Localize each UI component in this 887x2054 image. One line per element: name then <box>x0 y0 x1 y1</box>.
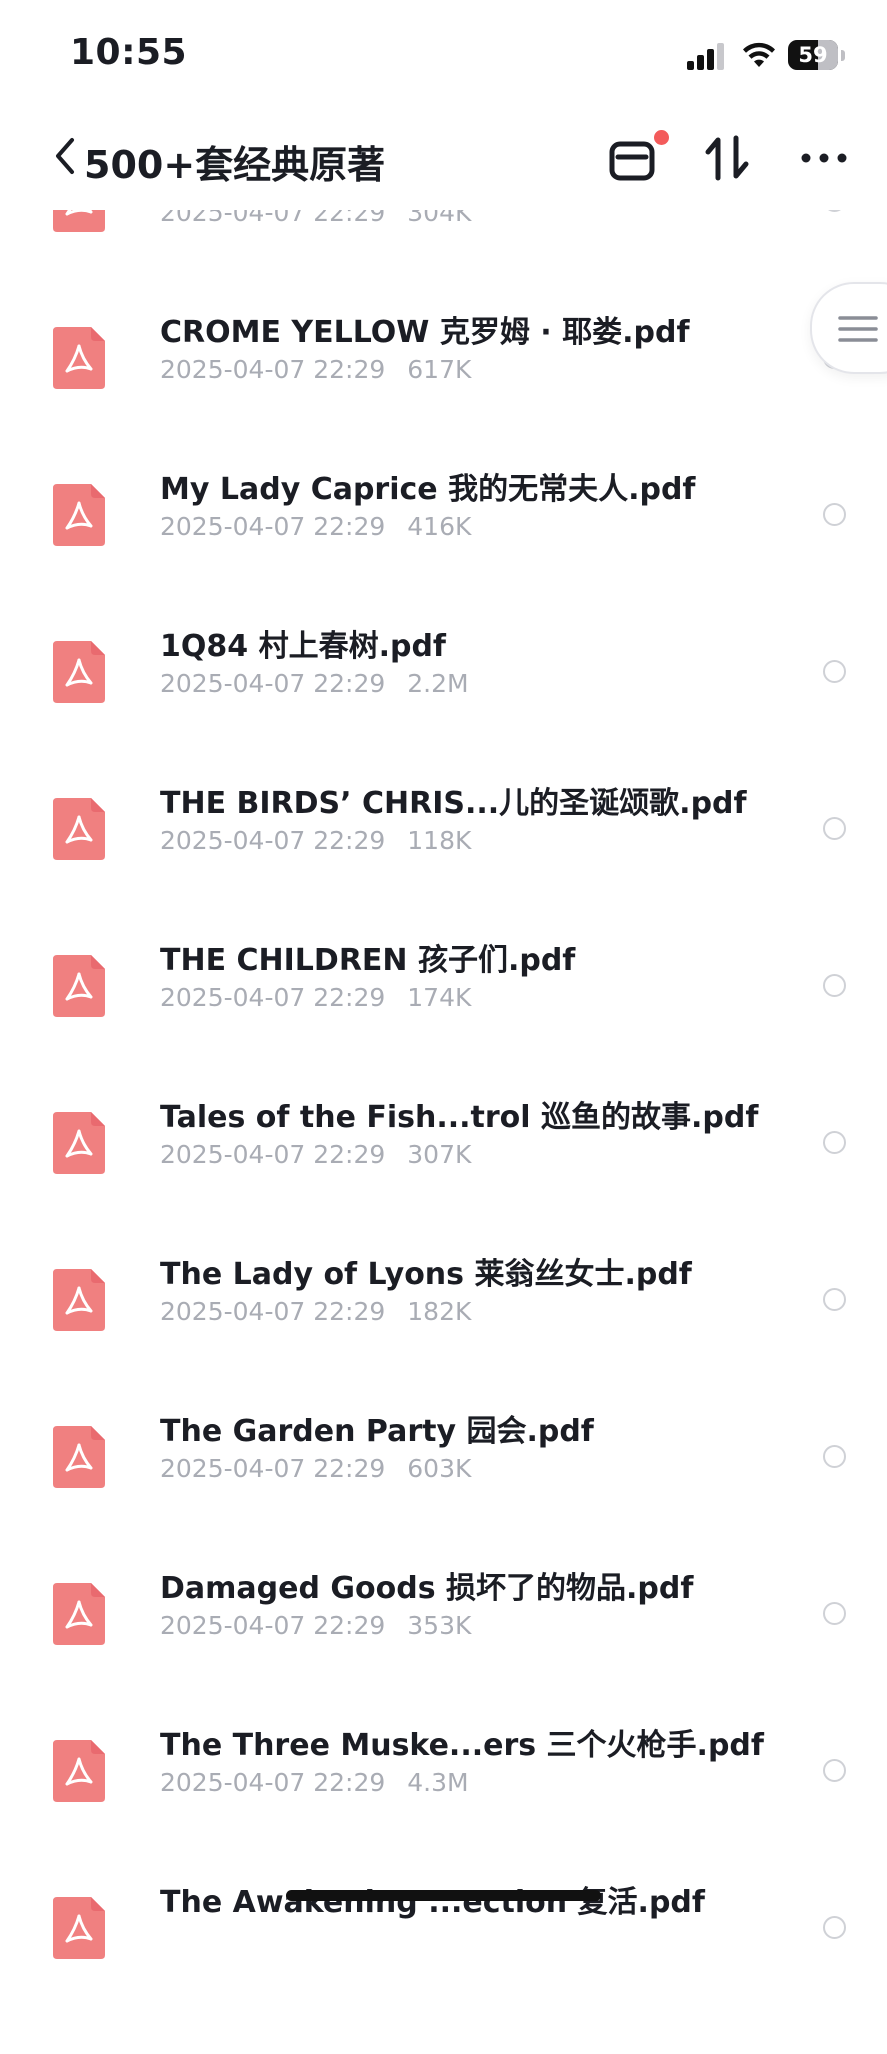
file-meta: 2025-04-07 22:29 174K <box>160 983 471 1012</box>
file-meta: 2025-04-07 22:29 617K <box>160 355 471 384</box>
file-size: 307K <box>407 1140 472 1169</box>
file-name: Tales of the Fish...trol 巡鱼的故事.pdf <box>160 1100 759 1135</box>
file-list-item[interactable]: THE CHILDREN 孩子们.pdf 2025-04-07 22:29 174K <box>0 943 887 1112</box>
file-size: 118K <box>407 826 472 855</box>
select-radio-button[interactable] <box>823 503 846 526</box>
page-title: 500+套经典原著 <box>84 143 386 187</box>
cellular-signal-icon <box>687 42 727 70</box>
file-list-item[interactable]: Tales of the Fish...trol 巡鱼的故事.pdf 2025-0… <box>0 1100 887 1269</box>
file-meta: 2025-04-07 22:29 307K <box>160 1140 471 1169</box>
pdf-file-icon <box>53 1740 105 1802</box>
select-radio-button[interactable] <box>823 1602 846 1625</box>
file-size: 4.3M <box>407 1768 469 1797</box>
file-size: 174K <box>407 983 472 1012</box>
file-date: 2025-04-07 22:29 <box>160 1454 386 1483</box>
transfer-tray-icon[interactable] <box>604 130 660 186</box>
file-list-item[interactable]: The Three Muske...ers 三个火枪手.pdf 2025-04-0… <box>0 1728 887 1897</box>
file-list-item[interactable]: THE BIRDS’ CHRIS...儿的圣诞颂歌.pdf 2025-04-07 … <box>0 786 887 955</box>
file-meta: 2025-04-07 22:29 353K <box>160 1611 471 1640</box>
file-name: My Lady Caprice 我的无常夫人.pdf <box>160 472 696 507</box>
select-radio-button[interactable] <box>823 660 846 683</box>
pdf-file-icon <box>53 1112 105 1174</box>
pdf-file-icon <box>53 1583 105 1645</box>
file-list-item[interactable]: The Lady of Lyons 莱翁丝女士.pdf 2025-04-07 22… <box>0 1257 887 1426</box>
notification-dot <box>654 130 669 145</box>
pdf-file-icon <box>53 327 105 389</box>
file-date: 2025-04-07 22:29 <box>160 1140 386 1169</box>
file-meta: 2025-04-07 22:29 2.2M <box>160 669 469 698</box>
file-size: 416K <box>407 512 472 541</box>
file-name: The Garden Party 园会.pdf <box>160 1414 594 1449</box>
select-radio-button[interactable] <box>823 1288 846 1311</box>
select-radio-button[interactable] <box>823 1131 846 1154</box>
file-date: 2025-04-07 22:29 <box>160 512 386 541</box>
file-meta <box>160 1925 182 1954</box>
pdf-file-icon <box>53 484 105 546</box>
file-list-item[interactable]: The Garden Party 园会.pdf 2025-04-07 22:29 6… <box>0 1414 887 1583</box>
file-size: 2.2M <box>407 669 469 698</box>
pdf-file-icon <box>53 641 105 703</box>
file-size: 353K <box>407 1611 472 1640</box>
pdf-file-icon <box>53 955 105 1017</box>
file-date: 2025-04-07 22:29 <box>160 826 386 855</box>
battery-icon: 59 <box>788 40 838 70</box>
select-radio-button[interactable] <box>823 1445 846 1468</box>
file-list-item[interactable]: CROME YELLOW 克罗姆 · 耶娄.pdf 2025-04-07 22:2… <box>0 315 887 484</box>
status-bar: 10:55 59 <box>0 0 887 110</box>
file-list-item[interactable]: Damaged Goods 损坏了的物品.pdf 2025-04-07 22:29… <box>0 1571 887 1740</box>
menu-lines-icon <box>838 316 878 342</box>
pdf-file-icon <box>53 1269 105 1331</box>
file-name: Damaged Goods 损坏了的物品.pdf <box>160 1571 694 1606</box>
wifi-icon <box>743 42 775 67</box>
file-name: 1Q84 村上春树.pdf <box>160 629 446 664</box>
select-radio-button[interactable] <box>823 974 846 997</box>
select-radio-button[interactable] <box>823 817 846 840</box>
file-date: 2025-04-07 22:29 <box>160 1768 386 1797</box>
pdf-file-icon <box>53 1426 105 1488</box>
file-date: 2025-04-07 22:29 <box>160 669 386 698</box>
file-meta: 2025-04-07 22:29 603K <box>160 1454 471 1483</box>
battery-percentage: 59 <box>798 43 828 67</box>
select-radio-button[interactable] <box>823 1759 846 1782</box>
file-size: 617K <box>407 355 472 384</box>
pdf-file-icon <box>53 1897 105 1959</box>
file-meta: 2025-04-07 22:29 416K <box>160 512 471 541</box>
file-list-item[interactable]: The Awakening ...ection 复活.pdf <box>0 1885 887 2054</box>
file-meta: 2025-04-07 22:29 118K <box>160 826 471 855</box>
file-date: 2025-04-07 22:29 <box>160 983 386 1012</box>
file-name: CROME YELLOW 克罗姆 · 耶娄.pdf <box>160 315 690 350</box>
file-name: THE CHILDREN 孩子们.pdf <box>160 943 576 978</box>
pdf-file-icon <box>53 798 105 860</box>
battery-cap <box>841 50 845 61</box>
file-size: 603K <box>407 1454 472 1483</box>
file-meta: 2025-04-07 22:29 182K <box>160 1297 471 1326</box>
file-date: 2025-04-07 22:29 <box>160 1611 386 1640</box>
select-radio-button[interactable] <box>823 1916 846 1939</box>
file-list-item[interactable]: 1Q84 村上春树.pdf 2025-04-07 22:29 2.2M <box>0 629 887 798</box>
floating-side-menu-button[interactable] <box>810 282 887 374</box>
file-name: The Three Muske...ers 三个火枪手.pdf <box>160 1728 764 1763</box>
chevron-left-icon[interactable] <box>48 132 82 180</box>
file-name: THE BIRDS’ CHRIS...儿的圣诞颂歌.pdf <box>160 786 747 821</box>
file-name: The Lady of Lyons 莱翁丝女士.pdf <box>160 1257 692 1292</box>
file-size: 182K <box>407 1297 472 1326</box>
more-dots-icon[interactable] <box>796 130 852 186</box>
file-list-item[interactable]: My Lady Caprice 我的无常夫人.pdf 2025-04-07 22:… <box>0 472 887 641</box>
file-date: 2025-04-07 22:29 <box>160 355 386 384</box>
file-meta: 2025-04-07 22:29 4.3M <box>160 1768 469 1797</box>
status-time: 10:55 <box>70 32 188 73</box>
file-date: 2025-04-07 22:29 <box>160 1297 386 1326</box>
file-list[interactable]: Tales of Troy 特洛伊的传说.pdf2025-04-07 22:29… <box>0 0 887 1959</box>
sort-arrows-icon[interactable] <box>700 130 756 186</box>
home-indicator <box>286 1890 601 1901</box>
navigation-bar: 500+套经典原著 <box>0 110 887 210</box>
